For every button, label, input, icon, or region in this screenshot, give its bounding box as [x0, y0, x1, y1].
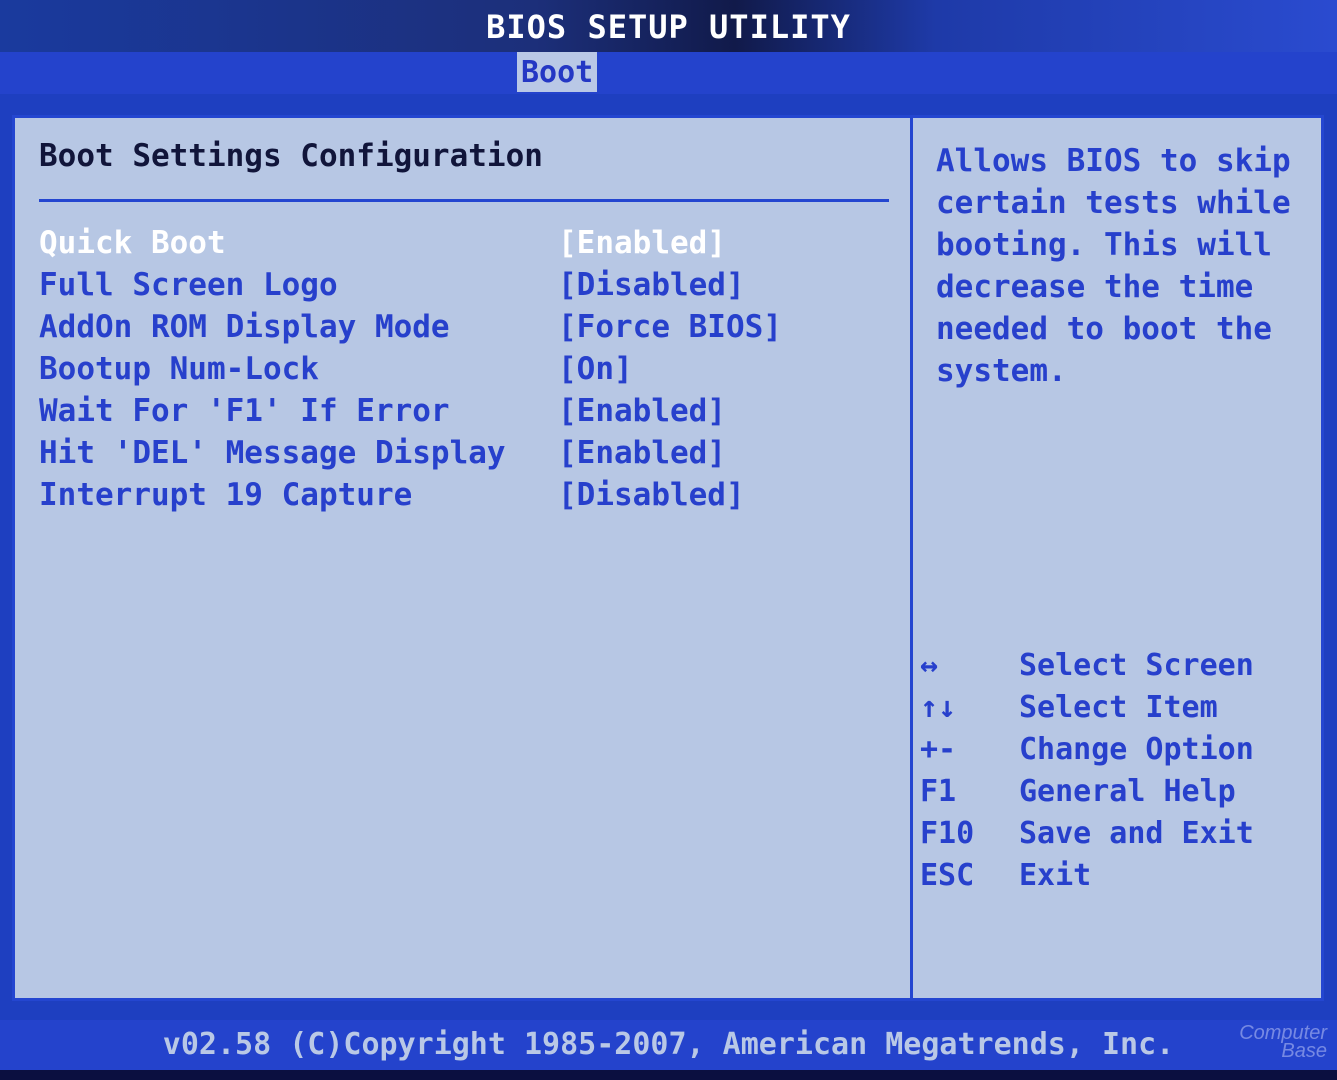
help-line: needed to boot the [936, 311, 1272, 347]
key-row-select-item: ↑↓ Select Item [920, 690, 1320, 732]
help-line: Allows BIOS to skip [936, 143, 1291, 179]
key-row-change-option: +- Change Option [920, 732, 1320, 774]
setting-wait-for-f1[interactable]: Wait For 'F1' If Error [Enabled] [39, 393, 899, 435]
copyright-text: v02.58 (C)Copyright 1985-2007, American … [162, 1027, 1175, 1062]
watermark-logo: Computer Base [1239, 1023, 1327, 1062]
section-divider [39, 199, 889, 202]
up-down-arrow-icon: ↑↓ [920, 690, 957, 725]
section-title: Boot Settings Configuration [39, 138, 543, 174]
setting-addon-rom-display-mode[interactable]: AddOn ROM Display Mode [Force BIOS] [39, 309, 899, 351]
key-action: General Help [1019, 774, 1236, 809]
key-action: Save and Exit [1019, 816, 1254, 851]
setting-value[interactable]: [Enabled] [558, 435, 726, 471]
setting-label: Wait For 'F1' If Error [39, 393, 450, 429]
key-row-select-screen: ↔ Select Screen [920, 648, 1320, 690]
window-title: BIOS SETUP UTILITY [486, 8, 851, 46]
setting-value[interactable]: [Force BIOS] [558, 309, 782, 345]
help-line: system. [936, 353, 1067, 389]
help-line: certain tests while [936, 185, 1291, 221]
key-action: Change Option [1019, 732, 1254, 767]
help-line: decrease the time [936, 269, 1254, 305]
setting-value[interactable]: [Enabled] [558, 393, 726, 429]
setting-label: AddOn ROM Display Mode [39, 309, 450, 345]
setting-value[interactable]: [Disabled] [558, 477, 745, 513]
esc-key: ESC [920, 858, 975, 893]
menu-bar: Boot [0, 52, 1337, 94]
screen-bezel [0, 1070, 1337, 1080]
setting-value[interactable]: [On] [558, 351, 633, 387]
setting-bootup-num-lock[interactable]: Bootup Num-Lock [On] [39, 351, 899, 393]
setting-value[interactable]: [Enabled] [558, 225, 726, 261]
setting-label: Hit 'DEL' Message Display [39, 435, 506, 471]
setting-label: Interrupt 19 Capture [39, 477, 413, 513]
setting-label: Quick Boot [39, 225, 226, 261]
key-row-exit: ESC Exit [920, 858, 1320, 900]
setting-interrupt-19-capture[interactable]: Interrupt 19 Capture [Disabled] [39, 477, 899, 519]
help-text: Allows BIOS to skip certain tests while … [936, 140, 1306, 392]
setting-label: Bootup Num-Lock [39, 351, 319, 387]
key-row-save-exit: F10 Save and Exit [920, 816, 1320, 858]
setting-quick-boot[interactable]: Quick Boot [Enabled] [39, 225, 899, 267]
main-panel: Boot Settings Configuration Quick Boot [… [12, 115, 1324, 1001]
bios-screen: BIOS SETUP UTILITY Boot Boot Settings Co… [0, 0, 1337, 1080]
copyright-footer: v02.58 (C)Copyright 1985-2007, American … [0, 1020, 1337, 1070]
help-line: booting. This will [936, 227, 1272, 263]
f1-key: F1 [920, 774, 957, 809]
setting-value[interactable]: [Disabled] [558, 267, 745, 303]
panel-divider [910, 118, 913, 998]
key-action: Exit [1019, 858, 1092, 893]
key-legend: ↔ Select Screen ↑↓ Select Item +- Change… [920, 648, 1320, 900]
key-action: Select Item [1019, 690, 1218, 725]
setting-hit-del-message[interactable]: Hit 'DEL' Message Display [Enabled] [39, 435, 899, 477]
setting-full-screen-logo[interactable]: Full Screen Logo [Disabled] [39, 267, 899, 309]
key-action: Select Screen [1019, 648, 1254, 683]
title-bar: BIOS SETUP UTILITY [0, 0, 1337, 52]
key-row-general-help: F1 General Help [920, 774, 1320, 816]
watermark-line: Base [1281, 1040, 1327, 1062]
f10-key: F10 [920, 816, 975, 851]
tab-boot[interactable]: Boot [517, 52, 598, 92]
left-right-arrow-icon: ↔ [920, 648, 939, 683]
plus-minus-key: +- [920, 732, 957, 767]
setting-label: Full Screen Logo [39, 267, 338, 303]
